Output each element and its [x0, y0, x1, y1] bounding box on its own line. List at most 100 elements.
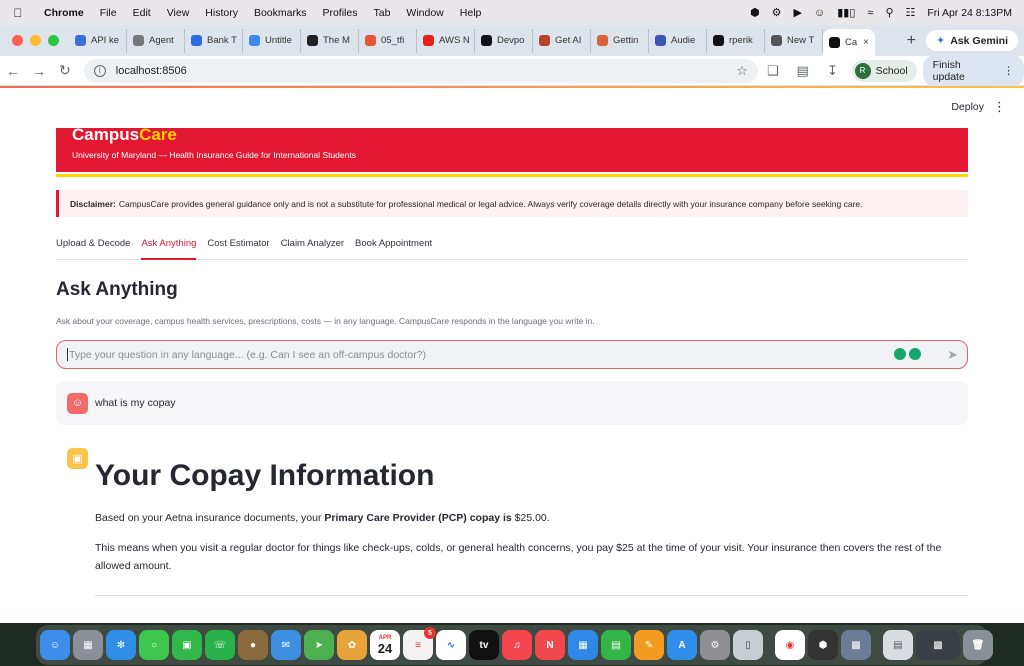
menu-tab[interactable]: Tab	[365, 7, 398, 19]
contacts-icon[interactable]: ●	[238, 630, 268, 660]
pages-icon[interactable]: ✎	[634, 630, 664, 660]
reading-mode-icon[interactable]: ▤	[788, 63, 818, 79]
close-window-button[interactable]	[12, 35, 23, 46]
close-tab-icon[interactable]: ×	[863, 37, 869, 48]
tab-book-appointment[interactable]: Book Appointment	[355, 234, 432, 260]
browser-tab[interactable]: rperik	[707, 28, 765, 53]
finish-update-button[interactable]: Finish update ⋮	[922, 54, 1024, 87]
new-tab-plus-icon[interactable]: +	[897, 32, 926, 50]
messages-icon[interactable]: ○	[139, 630, 169, 660]
site-info-icon[interactable]: i	[93, 64, 106, 77]
reminders-icon[interactable]: ≡ 5	[403, 627, 436, 660]
browser-tab[interactable]: Ca ×	[823, 29, 875, 56]
app-menu-kebab-icon[interactable]: ⋮	[993, 99, 1006, 115]
spotlight-search-icon[interactable]: ⚲	[885, 6, 893, 19]
tab-upload-decode[interactable]: Upload & Decode	[56, 234, 130, 260]
screenshot-stack-icon[interactable]: ▩	[916, 630, 960, 660]
photos-icon[interactable]: ✿	[337, 630, 367, 660]
status-app-icon[interactable]: ⬢	[750, 6, 760, 19]
send-icon[interactable]: ➤	[947, 347, 958, 363]
zoom-window-button[interactable]	[48, 35, 59, 46]
tab-favicon-icon	[713, 35, 724, 46]
finder-icon[interactable]: ☺	[40, 630, 70, 660]
download-icon[interactable]: ↧	[818, 63, 848, 79]
browser-tab[interactable]: Untitle	[243, 28, 301, 53]
control-center-icon[interactable]: ☷	[906, 6, 916, 19]
profile-chip[interactable]: R School	[851, 59, 917, 82]
reload-icon[interactable]: ↻	[52, 62, 78, 79]
calendar-icon[interactable]: APR 24	[370, 630, 400, 660]
chrome-icon[interactable]: ◉	[775, 630, 805, 660]
browser-tab[interactable]: Bank T	[185, 28, 243, 53]
grammar-tip-icon[interactable]	[894, 348, 906, 360]
status-play-icon[interactable]: ▶	[794, 6, 802, 19]
menu-help[interactable]: Help	[452, 7, 490, 19]
bookmark-star-icon[interactable]: ☆	[736, 63, 748, 79]
app-tab-navigation: Upload & Decode Ask Anything Cost Estima…	[56, 234, 968, 260]
grammarly-icon[interactable]	[909, 348, 921, 360]
menu-window[interactable]: Window	[398, 7, 451, 19]
system-settings-icon[interactable]: ⚙	[700, 630, 730, 660]
tab-ask-anything[interactable]: Ask Anything	[141, 234, 197, 260]
grammar-extension-icons[interactable]	[894, 348, 921, 360]
brand-care: Care	[139, 125, 177, 144]
chat-input-placeholder[interactable]: Type your question in any language... (e…	[69, 349, 426, 361]
back-arrow-icon[interactable]: ←	[0, 63, 26, 79]
numbers-icon[interactable]: ▤	[601, 630, 631, 660]
browser-tab[interactable]: The M	[301, 28, 359, 53]
browser-tab[interactable]: Gettin	[591, 28, 649, 53]
tab-favicon-icon	[481, 35, 492, 46]
browser-tab[interactable]: Devpo	[475, 28, 533, 53]
facetime-icon[interactable]: ▣	[172, 630, 202, 660]
news-icon[interactable]: N	[535, 630, 565, 660]
menu-file[interactable]: File	[92, 7, 125, 19]
whatsapp-icon[interactable]: ☏	[205, 630, 235, 660]
browser-tab[interactable]: Get AI	[533, 28, 591, 53]
url-text[interactable]: localhost:8506	[116, 65, 187, 77]
documents-stack-icon[interactable]: ▤	[883, 630, 913, 660]
wifi-icon[interactable]: ≈	[867, 7, 873, 19]
address-bar[interactable]: i localhost:8506 ☆	[83, 58, 758, 83]
forward-arrow-icon[interactable]: →	[26, 63, 52, 79]
battery-icon[interactable]: ▮▮▯	[837, 6, 855, 19]
menu-edit[interactable]: Edit	[125, 7, 159, 19]
browser-tab[interactable]: 05_tfi	[359, 28, 417, 53]
tab-claim-analyzer[interactable]: Claim Analyzer	[281, 234, 344, 260]
keynote-icon[interactable]: ▦	[568, 630, 598, 660]
apple-tv-icon[interactable]: tv	[469, 630, 499, 660]
menu-view[interactable]: View	[159, 7, 198, 19]
maps-icon[interactable]: ➤	[304, 630, 334, 660]
ask-gemini-button[interactable]: ✦ Ask Gemini	[926, 30, 1018, 51]
tab-cost-estimator[interactable]: Cost Estimator	[207, 234, 269, 260]
safari-icon[interactable]: ✻	[106, 630, 136, 660]
browser-tab[interactable]: New T	[765, 28, 823, 53]
music-icon[interactable]: ♫	[502, 630, 532, 660]
preview-icon[interactable]: ▩	[841, 630, 871, 660]
app-store-icon[interactable]: A	[667, 630, 697, 660]
tab-favicon-icon	[191, 35, 202, 46]
extensions-puzzle-icon[interactable]: ❏	[758, 63, 788, 79]
launchpad-icon[interactable]: ▦	[73, 630, 103, 660]
browser-tab[interactable]: AWS N	[417, 28, 475, 53]
deploy-button[interactable]: Deploy	[951, 101, 984, 113]
user-status-icon[interactable]: ☺	[814, 7, 825, 19]
window-controls	[0, 35, 69, 46]
trash-icon[interactable]: 🗑	[963, 630, 993, 660]
chat-input[interactable]: Type your question in any language... (e…	[56, 340, 968, 369]
menubar-clock[interactable]: Fri Apr 24 8:13PM	[927, 7, 1012, 19]
menu-bookmarks[interactable]: Bookmarks	[246, 7, 315, 19]
browser-tab[interactable]: Audie	[649, 28, 707, 53]
status-tool-icon[interactable]: ⚙	[772, 6, 782, 19]
menu-history[interactable]: History	[197, 7, 246, 19]
iphone-mirroring-icon[interactable]: ▯	[733, 630, 763, 660]
cube-app-icon[interactable]: ⬢	[808, 630, 838, 660]
menu-profiles[interactable]: Profiles	[314, 7, 365, 19]
browser-tab[interactable]: API ke	[69, 28, 127, 53]
apple-menu-icon[interactable]: 	[0, 6, 36, 20]
browser-tab[interactable]: Agent	[127, 28, 185, 53]
chrome-menu-kebab-icon[interactable]: ⋮	[1003, 65, 1014, 77]
menu-app-name[interactable]: Chrome	[36, 7, 92, 19]
mail-icon[interactable]: ✉	[271, 630, 301, 660]
minimize-window-button[interactable]	[30, 35, 41, 46]
freeform-icon[interactable]: ∿	[436, 630, 466, 660]
